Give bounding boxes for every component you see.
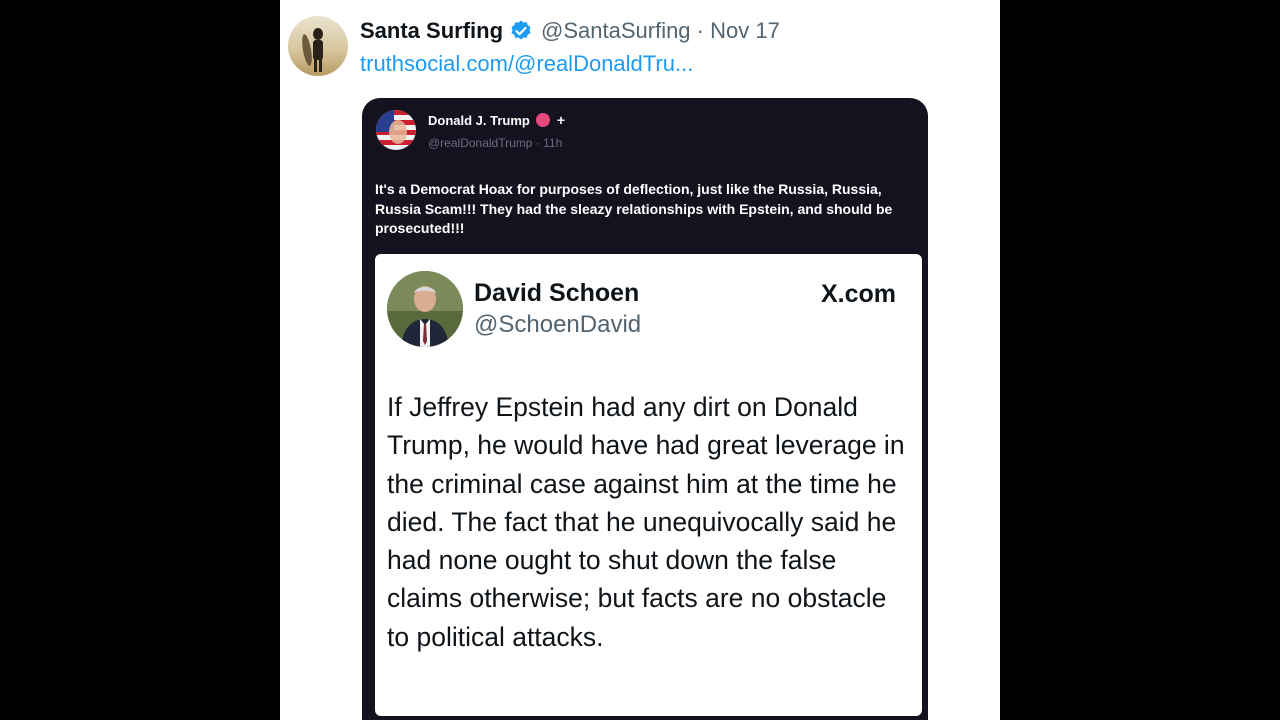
truth-header: Donald J. Trump + bbox=[428, 112, 565, 128]
david-schoen-avatar bbox=[387, 271, 463, 347]
quoted-display-name: David Schoen bbox=[474, 279, 640, 307]
truth-handle-time: @realDonaldTrump · 11h bbox=[428, 136, 563, 150]
truthsocial-link[interactable]: truthsocial.com/@realDonaldTru... bbox=[360, 51, 693, 77]
truth-plus-icon: + bbox=[556, 112, 566, 128]
display-name[interactable]: Santa Surfing bbox=[360, 18, 503, 44]
verified-badge-icon bbox=[509, 19, 533, 43]
quoted-x-post: David Schoen @SchoenDavid X.com If Jeffr… bbox=[375, 254, 922, 716]
tweet-header: Santa Surfing @SantaSurfing · Nov 17 bbox=[360, 16, 780, 46]
truth-display-name: Donald J. Trump bbox=[428, 112, 530, 128]
quoted-post-text: If Jeffrey Epstein had any dirt on Donal… bbox=[387, 392, 905, 652]
truth-verified-icon bbox=[535, 113, 550, 127]
user-avatar[interactable] bbox=[288, 16, 348, 76]
quoted-handle: @SchoenDavid bbox=[474, 311, 642, 338]
embedded-image[interactable]: Donald J. Trump + @realDonaldTrump · 11h… bbox=[362, 98, 928, 720]
x-com-logo: X.com bbox=[820, 280, 896, 308]
handle-and-date[interactable]: @SantaSurfing · Nov 17 bbox=[541, 18, 780, 44]
video-frame: Santa Surfing @SantaSurfing · Nov 17 tru… bbox=[0, 0, 1280, 720]
truth-post-text: It's a Democrat Hoax for purposes of def… bbox=[375, 181, 893, 236]
flag-avatar bbox=[376, 110, 416, 150]
tweet-panel: Santa Surfing @SantaSurfing · Nov 17 tru… bbox=[280, 0, 1000, 720]
